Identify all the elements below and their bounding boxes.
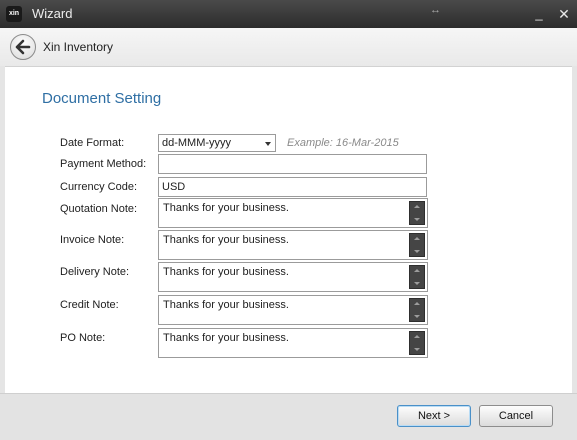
close-button[interactable]: ✕ bbox=[555, 6, 573, 22]
wizard-window: xin Wizard ↔ _ ✕ Xin Inventory Document … bbox=[0, 0, 577, 440]
quotation-note-value: Thanks for your business. bbox=[163, 202, 289, 214]
date-format-select[interactable]: dd-MMM-yyyy bbox=[158, 134, 276, 152]
date-format-example: Example: 16-Mar-2015 bbox=[287, 137, 399, 149]
invoice-note-textarea[interactable]: Thanks for your business. bbox=[158, 230, 428, 260]
currency-code-label: Currency Code: bbox=[60, 181, 138, 193]
delivery-note-textarea[interactable]: Thanks for your business. bbox=[158, 262, 428, 292]
invoice-note-label: Invoice Note: bbox=[60, 234, 125, 246]
delivery-note-label: Delivery Note: bbox=[60, 266, 130, 278]
scrollbar[interactable] bbox=[409, 331, 425, 355]
date-format-value: dd-MMM-yyyy bbox=[162, 137, 232, 149]
left-border bbox=[0, 66, 5, 393]
nav-title: Xin Inventory bbox=[43, 40, 114, 54]
scroll-up-icon[interactable] bbox=[414, 237, 420, 240]
currency-code-value: USD bbox=[162, 181, 186, 193]
right-border bbox=[572, 66, 577, 393]
back-button[interactable] bbox=[10, 34, 36, 60]
app-logo-icon: xin bbox=[6, 6, 22, 22]
po-note-textarea[interactable]: Thanks for your business. bbox=[158, 328, 428, 358]
chevron-down-icon[interactable] bbox=[265, 142, 271, 146]
footer-bar: Next > Cancel bbox=[0, 393, 577, 440]
scroll-down-icon[interactable] bbox=[414, 250, 420, 253]
scroll-up-icon[interactable] bbox=[414, 335, 420, 338]
back-arrow-icon bbox=[15, 39, 31, 55]
currency-code-input[interactable]: USD bbox=[158, 177, 427, 197]
next-button[interactable]: Next > bbox=[397, 405, 471, 427]
scroll-down-icon[interactable] bbox=[414, 282, 420, 285]
credit-note-value: Thanks for your business. bbox=[163, 299, 289, 311]
minimize-button[interactable]: _ bbox=[530, 6, 548, 22]
po-note-label: PO Note: bbox=[60, 332, 106, 344]
payment-method-input[interactable] bbox=[158, 154, 427, 174]
quotation-note-textarea[interactable]: Thanks for your business. bbox=[158, 198, 428, 228]
resize-icon[interactable]: ↔ bbox=[430, 4, 441, 16]
scrollbar[interactable] bbox=[409, 201, 425, 225]
section-title: Document Setting bbox=[42, 90, 162, 107]
credit-note-textarea[interactable]: Thanks for your business. bbox=[158, 295, 428, 325]
quotation-note-label: Quotation Note: bbox=[60, 203, 138, 215]
invoice-note-value: Thanks for your business. bbox=[163, 234, 289, 246]
scroll-down-icon[interactable] bbox=[414, 218, 420, 221]
scrollbar[interactable] bbox=[409, 298, 425, 322]
scroll-down-icon[interactable] bbox=[414, 348, 420, 351]
date-format-label: Date Format: bbox=[60, 137, 125, 149]
window-title: Wizard bbox=[32, 6, 73, 21]
scroll-up-icon[interactable] bbox=[414, 302, 420, 305]
navigation-bar: Xin Inventory bbox=[0, 28, 577, 67]
scroll-up-icon[interactable] bbox=[414, 205, 420, 208]
scroll-up-icon[interactable] bbox=[414, 269, 420, 272]
credit-note-label: Credit Note: bbox=[60, 299, 119, 311]
scrollbar[interactable] bbox=[409, 233, 425, 257]
payment-method-label: Payment Method: bbox=[60, 158, 147, 170]
scrollbar[interactable] bbox=[409, 265, 425, 289]
cancel-button[interactable]: Cancel bbox=[479, 405, 553, 427]
po-note-value: Thanks for your business. bbox=[163, 332, 289, 344]
scroll-down-icon[interactable] bbox=[414, 315, 420, 318]
title-bar[interactable]: xin Wizard ↔ _ ✕ bbox=[0, 0, 577, 28]
delivery-note-value: Thanks for your business. bbox=[163, 266, 289, 278]
